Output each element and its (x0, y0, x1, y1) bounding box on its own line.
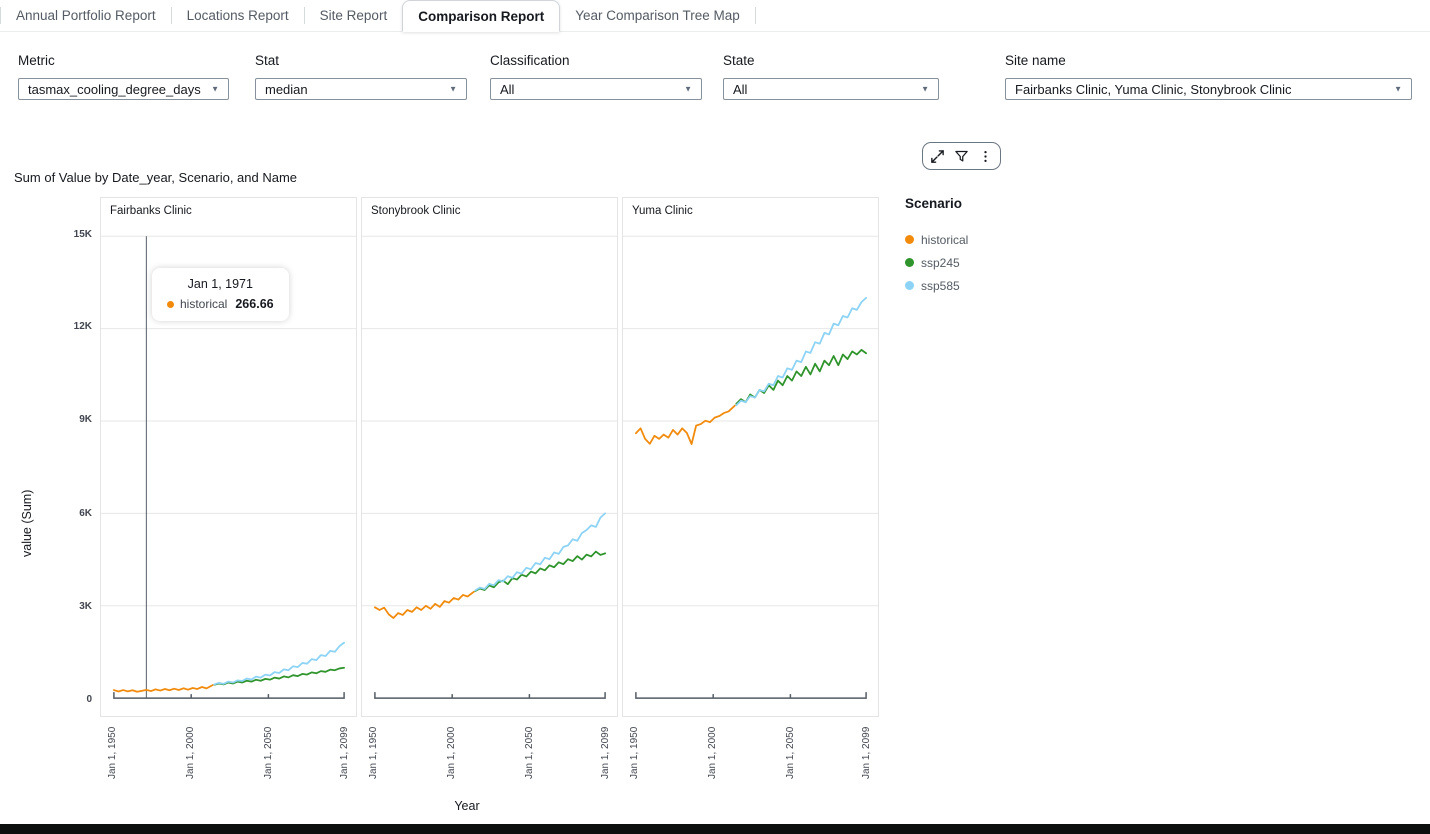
legend-dot (905, 235, 914, 244)
maximize-icon[interactable] (930, 149, 945, 164)
y-tick-label: 15K (73, 229, 92, 240)
state-dropdown[interactable]: All ▼ (723, 78, 939, 100)
x-tick-label: Jan 1, 2000 (446, 726, 457, 779)
tab-annual-portfolio-report[interactable]: Annual Portfolio Report (1, 0, 171, 31)
x-axis-line (374, 692, 606, 699)
tooltip-date: Jan 1, 1971 (187, 277, 253, 291)
chevron-down-icon: ▼ (1394, 84, 1402, 94)
metric-label: Metric (18, 53, 55, 68)
legend-label: ssp245 (921, 255, 960, 270)
x-tick-label: Jan 1, 2099 (861, 726, 872, 779)
site-name-label: Site name (1005, 53, 1066, 68)
x-tick-label: Jan 1, 2050 (524, 726, 535, 779)
x-tick-label: Jan 1, 2000 (707, 726, 718, 779)
legend-label: historical (921, 232, 969, 247)
stat-value: median (265, 81, 308, 97)
filter-icon[interactable] (954, 149, 969, 164)
chevron-down-icon: ▼ (921, 84, 929, 94)
x-tick-label: Jan 1, 2099 (600, 726, 611, 779)
classification-dropdown[interactable]: All ▼ (490, 78, 702, 100)
facet-title: Fairbanks Clinic (110, 205, 192, 217)
facet-title: Yuma Clinic (632, 205, 693, 217)
tab-separator (754, 7, 756, 24)
x-tick-label: Jan 1, 2099 (339, 726, 350, 779)
chart-tooltip: Jan 1, 1971 historical 266.66 (152, 268, 289, 321)
x-tick-label: Jan 1, 1950 (368, 726, 379, 779)
tab-year-comparison-tree-map[interactable]: Year Comparison Tree Map (560, 0, 755, 31)
metric-dropdown[interactable]: tasmax_cooling_degree_days ▼ (18, 78, 229, 100)
facet-panel-yuma: Yuma Clinic (622, 197, 879, 717)
series-line-historical[interactable] (113, 684, 214, 693)
chevron-down-icon: ▼ (684, 84, 692, 94)
state-value: All (733, 81, 748, 97)
x-tick-label: Jan 1, 2050 (785, 726, 796, 779)
series-line-ssp585[interactable] (474, 512, 606, 592)
tab-bar: Annual Portfolio Report Locations Report… (0, 0, 1430, 32)
site-name-dropdown[interactable]: Fairbanks Clinic, Yuma Clinic, Stonybroo… (1005, 78, 1412, 100)
legend-dot (905, 281, 914, 290)
tab-locations-report[interactable]: Locations Report (172, 0, 304, 31)
facet-chart-svg (362, 235, 617, 699)
series-line-ssp585[interactable] (735, 296, 867, 407)
x-tick-label: Jan 1, 2050 (263, 726, 274, 779)
site-name-value: Fairbanks Clinic, Yuma Clinic, Stonybroo… (1015, 81, 1292, 97)
x-axis-title: Year (454, 799, 480, 813)
legend-item-ssp245[interactable]: ssp245 (905, 251, 1075, 274)
x-tick-label: Jan 1, 1950 (107, 726, 118, 779)
y-tick-label: 3K (79, 601, 92, 612)
chart-toolbar (922, 142, 1001, 170)
x-tick-label: Jan 1, 2000 (185, 726, 196, 779)
dashboard: Annual Portfolio Report Locations Report… (0, 0, 1430, 834)
tooltip-series-dot (167, 300, 174, 308)
state-label: State (723, 53, 755, 68)
tab-site-report[interactable]: Site Report (305, 0, 403, 31)
legend-label: ssp585 (921, 278, 960, 293)
stat-label: Stat (255, 53, 280, 68)
tooltip-value: 266.66 (235, 297, 274, 311)
facet-title: Stonybrook Clinic (371, 205, 461, 217)
y-tick-label: 9K (79, 414, 92, 425)
taskbar-strip (0, 824, 1430, 834)
x-axis-line (635, 692, 867, 699)
menu-icon[interactable] (978, 149, 993, 164)
facet-panel-stonybrook: Stonybrook Clinic (361, 197, 618, 717)
classification-value: All (500, 81, 515, 97)
y-tick-label: 6K (79, 508, 92, 519)
legend-item-historical[interactable]: historical (905, 228, 1075, 251)
classification-label: Classification (490, 53, 570, 68)
chevron-down-icon: ▼ (449, 84, 457, 94)
y-tick-label: 12K (73, 321, 92, 332)
x-tick-label: Jan 1, 1950 (629, 726, 640, 779)
x-axis-line (113, 692, 345, 699)
stat-dropdown[interactable]: median ▼ (255, 78, 467, 100)
metric-value: tasmax_cooling_degree_days (28, 81, 201, 97)
legend: Scenario historical ssp245 ssp585 (905, 196, 1075, 297)
tab-comparison-report[interactable]: Comparison Report (402, 0, 561, 32)
legend-item-ssp585[interactable]: ssp585 (905, 274, 1075, 297)
y-axis-title: value (Sum) (20, 489, 34, 557)
tooltip-series-label: historical (180, 297, 228, 311)
y-tick-label: 0 (86, 694, 92, 705)
facet-chart-svg (623, 235, 878, 699)
legend-title: Scenario (905, 196, 963, 211)
series-line-historical[interactable] (635, 404, 736, 445)
legend-dot (905, 258, 914, 267)
chevron-down-icon: ▼ (211, 84, 219, 94)
series-line-historical[interactable] (374, 590, 475, 619)
chart-title: Sum of Value by Date_year, Scenario, and… (14, 170, 298, 185)
